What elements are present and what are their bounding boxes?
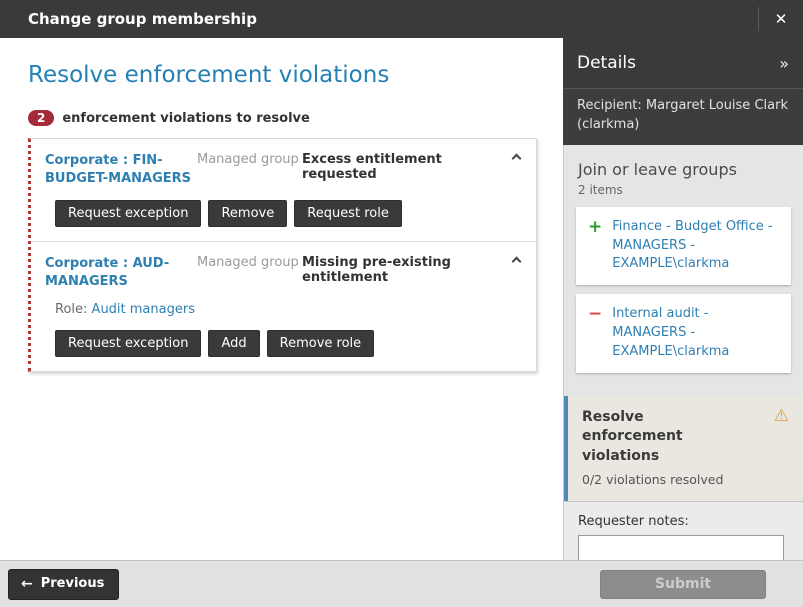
previous-button-label: Previous bbox=[41, 576, 105, 591]
violations-count-label: enforcement violations to resolve bbox=[62, 111, 309, 126]
violation-rule-label: Excess entitlement requested bbox=[302, 152, 502, 182]
plus-icon: + bbox=[588, 218, 602, 237]
group-item-remove[interactable]: − Internal audit - MANAGERS - EXAMPLE\cl… bbox=[576, 294, 791, 373]
group-type-label: Managed group bbox=[197, 255, 302, 270]
left-arrow-icon: ← bbox=[21, 576, 33, 592]
request-role-button[interactable]: Request role bbox=[294, 200, 402, 227]
details-header: Details » bbox=[563, 38, 803, 88]
group-item-label: Finance - Budget Office - MANAGERS - EXA… bbox=[612, 218, 779, 275]
request-exception-button[interactable]: Request exception bbox=[55, 200, 201, 227]
sidebar-body: Join or leave groups 2 items + Finance -… bbox=[563, 145, 803, 560]
page-title: Resolve enforcement violations bbox=[28, 62, 537, 88]
remove-button[interactable]: Remove bbox=[208, 200, 287, 227]
add-button[interactable]: Add bbox=[208, 330, 259, 357]
minus-icon: − bbox=[588, 305, 602, 324]
violations-count-badge: 2 bbox=[28, 110, 54, 126]
status-progress: 0/2 violations resolved bbox=[582, 472, 789, 487]
collapse-toggle[interactable] bbox=[502, 255, 520, 265]
chevron-up-icon bbox=[512, 257, 522, 267]
group-link[interactable]: Corporate : FIN-BUDGET-MANAGERS bbox=[45, 152, 197, 187]
main-panel: Resolve enforcement violations 2 enforce… bbox=[0, 38, 563, 560]
groups-item-count: 2 items bbox=[564, 181, 803, 207]
dialog-title: Change group membership bbox=[0, 10, 758, 28]
violations-list: Corporate : FIN-BUDGET-MANAGERS Managed … bbox=[28, 138, 537, 372]
role-link[interactable]: Audit managers bbox=[92, 302, 195, 317]
chevron-up-icon bbox=[512, 154, 522, 164]
warning-icon: ⚠ bbox=[774, 408, 789, 425]
groups-section-title: Join or leave groups bbox=[564, 145, 803, 181]
collapse-sidebar-icon[interactable]: » bbox=[779, 54, 789, 73]
violations-summary: 2 enforcement violations to resolve bbox=[28, 110, 537, 126]
collapse-toggle[interactable] bbox=[502, 152, 520, 162]
footer: ← Previous Submit bbox=[0, 560, 803, 607]
status-title: Resolve enforcement violations bbox=[582, 408, 742, 467]
group-item-label: Internal audit - MANAGERS - EXAMPLE\clar… bbox=[612, 305, 779, 362]
submit-button[interactable]: Submit bbox=[600, 570, 766, 599]
details-sidebar: Details » Recipient: Margaret Louise Cla… bbox=[563, 38, 803, 560]
violation-row-aud-managers: Corporate : AUD-MANAGERS Managed group M… bbox=[31, 241, 536, 371]
requester-notes-label: Requester notes: bbox=[578, 514, 789, 529]
change-group-membership-dialog: Change group membership ✕ Resolve enforc… bbox=[0, 0, 803, 607]
details-title: Details bbox=[577, 53, 779, 73]
group-link[interactable]: Corporate : AUD-MANAGERS bbox=[45, 255, 197, 290]
previous-button[interactable]: ← Previous bbox=[8, 569, 119, 600]
group-item-add[interactable]: + Finance - Budget Office - MANAGERS - E… bbox=[576, 207, 791, 286]
violation-rule-label: Missing pre-existing entitlement bbox=[302, 255, 502, 285]
close-icon[interactable]: ✕ bbox=[759, 10, 803, 28]
remove-role-button[interactable]: Remove role bbox=[267, 330, 375, 357]
titlebar: Change group membership ✕ bbox=[0, 0, 803, 38]
recipient-info: Recipient: Margaret Louise Clark (clarkm… bbox=[563, 88, 803, 145]
request-exception-button[interactable]: Request exception bbox=[55, 330, 201, 357]
group-type-label: Managed group bbox=[197, 152, 302, 167]
resolve-violations-status[interactable]: Resolve enforcement violations 0/2 viola… bbox=[564, 396, 803, 501]
role-label: Role: bbox=[55, 302, 87, 317]
violation-row-fin-budget-managers: Corporate : FIN-BUDGET-MANAGERS Managed … bbox=[31, 139, 536, 241]
